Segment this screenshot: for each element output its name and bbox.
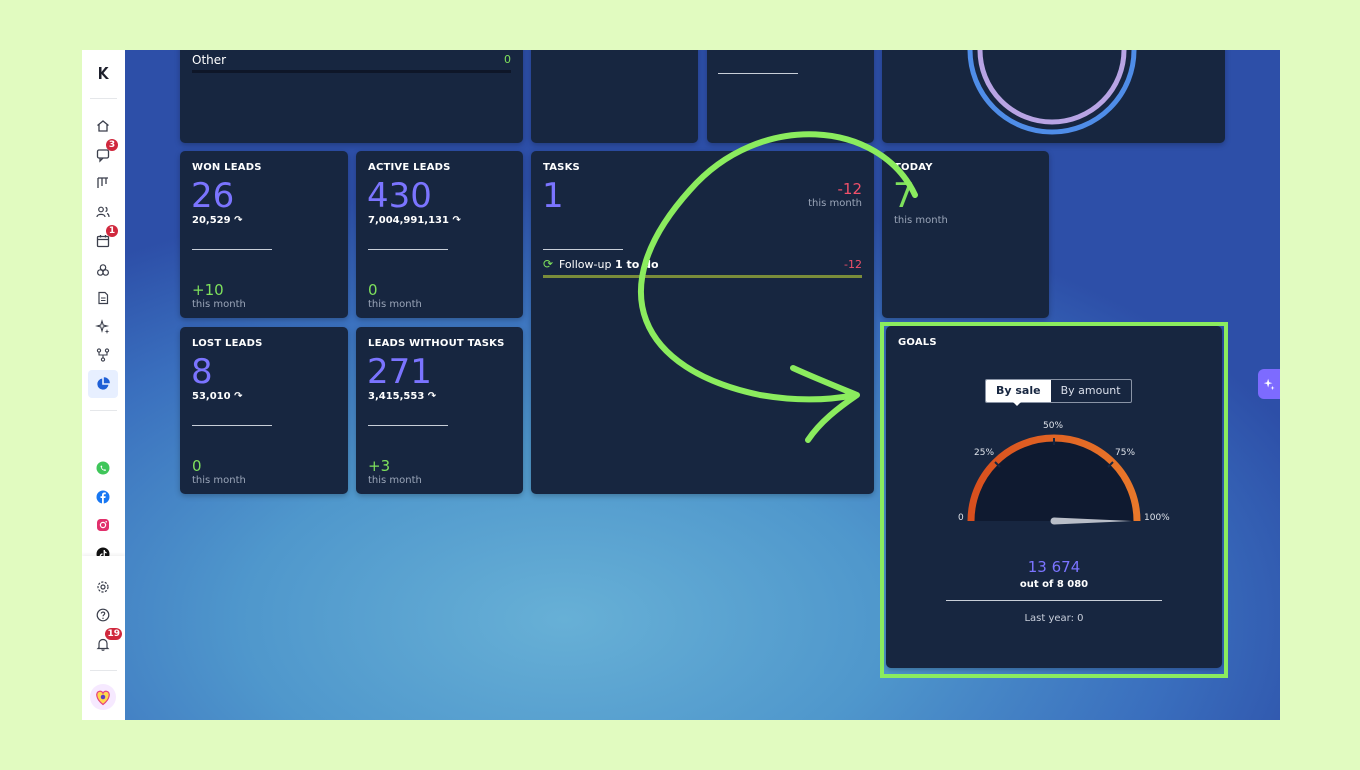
automation-icon[interactable] [92,344,114,366]
lost-leads-title: LOST LEADS [192,338,263,349]
leads-without-tasks-title: LEADS WITHOUT TASKS [368,338,505,349]
leads-without-tasks-card[interactable]: LEADS WITHOUT TASKS 271 3,415,553 ↷ +3 t… [356,327,523,494]
active-leads-value: 430 [367,176,432,216]
avatar-icon[interactable] [90,684,116,710]
divider [543,249,623,250]
task-row-bar [543,275,862,278]
active-leads-card[interactable]: ACTIVE LEADS 430 7,004,991,131 ↷ 0 this … [356,151,523,318]
calendar-badge: 1 [106,225,118,237]
lost-leads-value: 8 [191,352,213,392]
whatsapp-icon[interactable] [92,457,114,479]
sidebar: 3 1 19 [82,50,125,720]
task-row-label: Follow-up [559,258,612,271]
notifications-badge: 19 [105,628,122,640]
today-card[interactable]: TODAY 7 this month [882,151,1049,318]
divider [192,249,272,250]
sidebar-bottom: 19 [82,556,125,720]
catalog-icon[interactable] [92,259,114,281]
sources-card[interactable]: Other 0 [180,50,523,143]
task-row-delta: -12 [844,258,862,271]
active-leads-delta: 0 [368,281,378,299]
source-label: Other [192,53,227,67]
divider [718,73,798,74]
instagram-icon[interactable] [92,514,114,536]
notifications-icon[interactable]: 19 [92,628,122,655]
source-progress-track [192,70,511,73]
divider [368,249,448,250]
lost-leads-amount-text: 53,010 [192,391,231,402]
tasks-value: 1 [542,176,564,216]
leads-without-tasks-value: 271 [367,352,432,392]
active-leads-title: ACTIVE LEADS [368,162,451,173]
contacts-icon[interactable] [92,201,114,223]
chat-icon[interactable]: 3 [92,139,118,166]
refresh-icon: ⟳ [543,257,554,271]
logo-icon[interactable] [92,62,114,84]
documents-icon[interactable] [92,287,114,309]
ai-sparkle-icon [1263,378,1275,391]
stats-icon[interactable] [88,370,118,398]
ai-assistant-button[interactable] [1258,369,1280,399]
won-leads-value: 26 [191,176,235,216]
pipeline-icon[interactable] [92,172,114,194]
sidebar-divider [90,670,117,671]
task-row-count: 1 to do [615,258,659,271]
settings-icon[interactable] [92,576,114,598]
calendar-icon[interactable]: 1 [92,225,118,252]
top-card-2[interactable] [531,50,698,143]
tasks-title: TASKS [543,162,580,173]
currency-icon: ↷ [234,215,243,226]
help-icon[interactable] [92,604,114,626]
top-chart-card[interactable] [882,50,1225,143]
sidebar-divider [90,98,117,99]
currency-icon: ↷ [452,215,461,226]
leads-without-tasks-delta: +3 [368,457,391,475]
lost-leads-delta: 0 [192,457,202,475]
active-leads-period: this month [368,299,422,310]
facebook-icon[interactable] [92,486,114,508]
divider [192,425,272,426]
top-card-3[interactable] [707,50,874,143]
active-leads-amount: 7,004,991,131 ↷ [368,215,461,226]
source-value: 0 [504,53,511,66]
chat-badge: 3 [106,139,118,151]
leads-without-tasks-period: this month [368,475,422,486]
won-leads-period: this month [192,299,246,310]
active-leads-amount-text: 7,004,991,131 [368,215,449,226]
donut-chart [967,50,1137,135]
lost-leads-period: this month [192,475,246,486]
lost-leads-card[interactable]: LOST LEADS 8 53,010 ↷ 0 this month [180,327,348,494]
tasks-period: this month [808,198,862,209]
won-leads-card[interactable]: WON LEADS 26 20,529 ↷ +10 this month [180,151,348,318]
won-leads-delta: +10 [192,281,224,299]
task-row[interactable]: ⟳ Follow-up 1 to do -12 [543,257,862,272]
currency-icon: ↷ [234,391,243,402]
today-value: 7 [893,176,915,216]
tasks-card[interactable]: TASKS 1 -12 this month ⟳ Follow-up 1 to … [531,151,874,494]
won-leads-amount-text: 20,529 [192,215,231,226]
leads-without-tasks-amount-text: 3,415,553 [368,391,425,402]
leads-without-tasks-amount: 3,415,553 ↷ [368,391,436,402]
tasks-delta: -12 [837,180,863,198]
home-icon[interactable] [92,115,114,137]
lost-leads-amount: 53,010 ↷ [192,391,242,402]
today-title: TODAY [894,162,933,173]
won-leads-title: WON LEADS [192,162,262,173]
divider [368,425,448,426]
won-leads-amount: 20,529 ↷ [192,215,242,226]
sidebar-divider [90,410,117,411]
currency-icon: ↷ [427,391,437,402]
today-period: this month [894,215,948,226]
ai-sparkle-icon[interactable] [92,316,114,338]
goals-highlight-frame [880,322,1228,678]
